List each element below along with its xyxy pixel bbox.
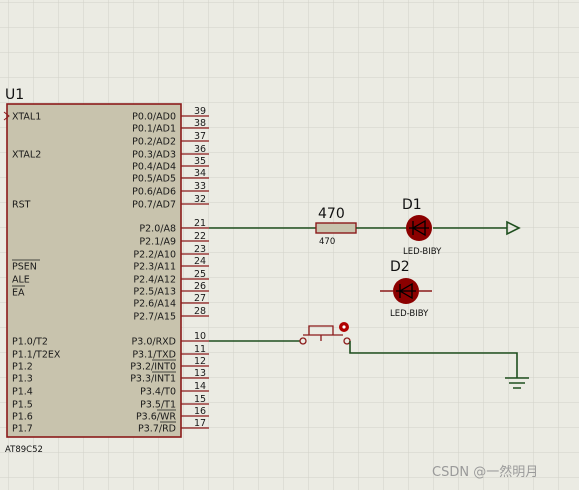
resistor-body xyxy=(315,222,357,234)
chip-pin-number: 36 xyxy=(194,144,206,155)
chip-right-pin-label: P0.5/AD5 xyxy=(132,174,176,185)
chip-pin-number: 38 xyxy=(194,118,206,129)
chip-part: AT89C52 xyxy=(5,445,43,455)
chip-pin-number: 24 xyxy=(194,256,206,267)
resistor-value-sub: 470 xyxy=(319,237,335,247)
chip-pin-number: 17 xyxy=(194,418,206,429)
chip-right-pin-label: P0.7/AD7 xyxy=(132,200,176,211)
chip-pin-number: 10 xyxy=(194,331,206,342)
u1-chip[interactable]: U1 AT89C52 XTAL1 XTAL2 RST PSEN ALE EA P1.0/T2… xyxy=(3,87,209,455)
schematic-canvas: U1 AT89C52 XTAL1 XTAL2 RST PSEN ALE EA P1.0/T2… xyxy=(0,0,579,490)
chip-left-pin-label: EA xyxy=(12,288,25,299)
chip-left-pin-label: P1.0/T2 xyxy=(12,337,48,348)
chip-right-pin-label: P2.7/A15 xyxy=(133,312,176,323)
chip-left-pin-label: P1.2 xyxy=(12,362,33,373)
chip-right-pin-label: P2.4/A12 xyxy=(133,275,176,286)
led2-part: LED-BIBY xyxy=(390,309,429,319)
chip-right-pin-label: P3.4/T0 xyxy=(140,387,176,398)
chip-pin-number: 11 xyxy=(194,344,206,355)
chip-left-pin-label: P1.5 xyxy=(12,400,33,411)
chip-right-pin-label: P2.5/A13 xyxy=(133,287,176,298)
chip-pin-number: 21 xyxy=(194,218,206,229)
chip-right-pin-label: P3.1/TXD xyxy=(132,350,176,361)
chip-left-pin-label: P1.6 xyxy=(12,412,33,423)
chip-pin-number: 25 xyxy=(194,269,206,280)
chip-right-pin-label: P0.1/AD1 xyxy=(132,124,176,135)
chip-pin-number: 39 xyxy=(194,106,206,117)
chip-left-pin-label: P1.1/T2EX xyxy=(12,350,61,361)
chip-right-pin-label: P2.3/A11 xyxy=(133,262,176,273)
chip-right-pin-label: P3.7/RD xyxy=(138,424,176,435)
chip-pin-number: 22 xyxy=(194,231,206,242)
chip-left-pin-label: RST xyxy=(12,200,31,211)
chip-right-pin-label: P0.4/AD4 xyxy=(132,162,176,173)
chip-left-pin-label: XTAL2 xyxy=(12,150,41,161)
chip-right-pin-label: P0.3/AD3 xyxy=(132,150,176,161)
chip-pin-number: 26 xyxy=(194,281,206,292)
chip-left-pin-label: PSEN xyxy=(12,262,37,273)
chip-pin-number: 13 xyxy=(194,368,206,379)
chip-pin-number: 14 xyxy=(194,381,206,392)
chip-pin-number: 33 xyxy=(194,181,206,192)
chip-right-pin-label: P2.6/A14 xyxy=(133,299,176,310)
chip-right-pin-label: P3.3/INT1 xyxy=(130,374,176,385)
chip-right-pin-label: P3.0/RXD xyxy=(132,337,176,348)
led1-ref: D1 xyxy=(402,197,422,213)
watermark: CSDN @一然明月 xyxy=(432,464,538,480)
chip-pin-number: 34 xyxy=(194,168,206,179)
chip-pin-number: 23 xyxy=(194,244,206,255)
chip-right-pin-label: P2.0/A8 xyxy=(139,224,176,235)
resistor-value-label: 470 xyxy=(318,206,345,222)
chip-right-pin-label: P0.6/AD6 xyxy=(132,187,176,198)
chip-pin-number: 15 xyxy=(194,394,206,405)
led2-ref: D2 xyxy=(390,259,410,275)
chip-left-pin-label: P1.4 xyxy=(12,387,33,398)
chip-right-pin-label: P0.0/AD0 xyxy=(132,112,176,123)
chip-right-pin-label: P3.5/T1 xyxy=(140,400,176,411)
chip-pin-number: 12 xyxy=(194,356,206,367)
chip-pin-number: 27 xyxy=(194,293,206,304)
chip-right-pin-label: P2.2/A10 xyxy=(133,250,176,261)
chip-right-pin-label: P3.6/WR xyxy=(136,412,176,423)
chip-left-pin-label: ALE xyxy=(12,275,30,286)
chip-ref: U1 xyxy=(5,87,24,103)
led1-part: LED-BIBY xyxy=(403,247,442,257)
chip-pin-number: 16 xyxy=(194,406,206,417)
chip-pin-number: 32 xyxy=(194,194,206,205)
chip-right-pin-label: P2.1/A9 xyxy=(139,237,176,248)
chip-left-pin-label: P1.3 xyxy=(12,374,33,385)
chip-left-pin-label: P1.7 xyxy=(12,424,33,435)
chip-pin-number: 35 xyxy=(194,156,206,167)
chip-pin-number: 37 xyxy=(194,131,206,142)
chip-right-pin-label: P3.2/INT0 xyxy=(130,362,176,373)
chip-pin-number: 28 xyxy=(194,306,206,317)
chip-right-pin-label: P0.2/AD2 xyxy=(132,137,176,148)
chip-left-pin-label: XTAL1 xyxy=(12,112,41,123)
